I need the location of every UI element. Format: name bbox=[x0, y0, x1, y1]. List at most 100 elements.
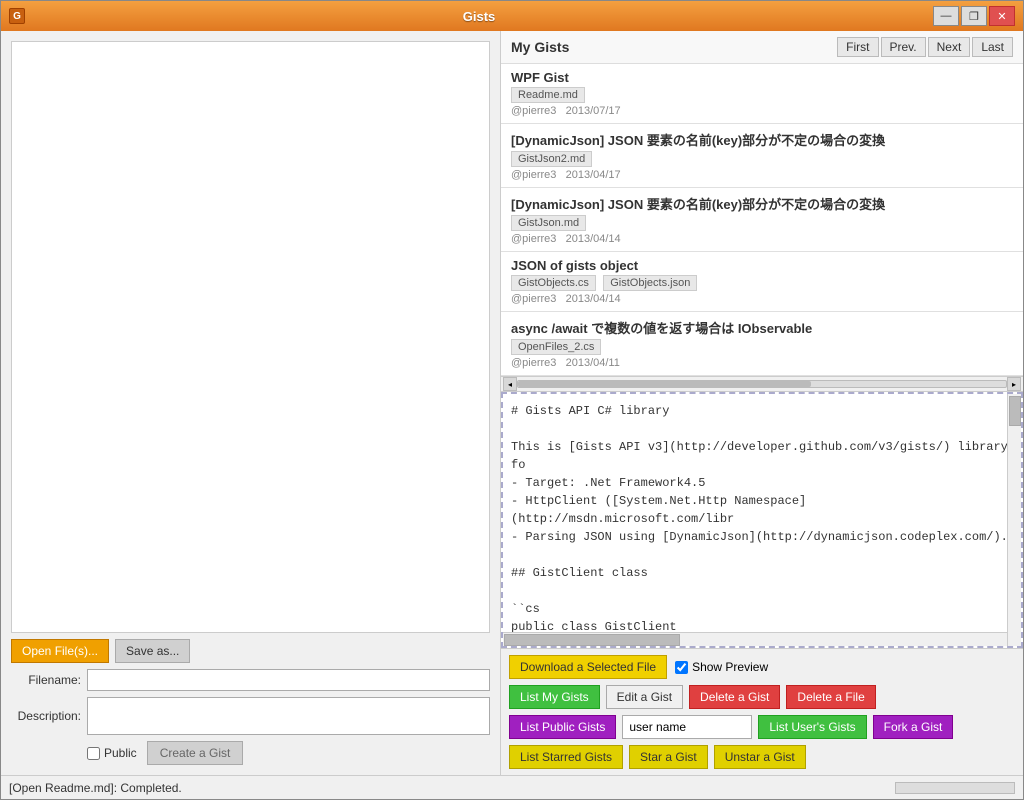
description-row: Description: bbox=[11, 697, 490, 735]
window-controls: — ❐ ✕ bbox=[933, 6, 1015, 26]
description-input[interactable] bbox=[87, 697, 490, 735]
next-button[interactable]: Next bbox=[928, 37, 971, 57]
code-vertical-scrollbar[interactable] bbox=[1007, 394, 1021, 646]
public-checkbox[interactable] bbox=[87, 747, 100, 760]
save-as-button[interactable]: Save as... bbox=[115, 639, 190, 663]
list-item[interactable]: JSON of gists object GistObjects.cs Gist… bbox=[501, 252, 1023, 312]
download-row: Download a Selected File Show Preview bbox=[509, 655, 1015, 679]
scroll-thumb[interactable] bbox=[518, 381, 811, 387]
list-starred-gists-button[interactable]: List Starred Gists bbox=[509, 745, 623, 769]
gist-date: 2013/04/14 bbox=[566, 233, 621, 245]
scroll-track[interactable] bbox=[517, 380, 1007, 388]
gist-actions-row1: List My Gists Edit a Gist Delete a Gist … bbox=[509, 685, 1015, 709]
left-panel: Open File(s)... Save as... Filename: Des… bbox=[1, 31, 501, 775]
first-button[interactable]: First bbox=[837, 37, 878, 57]
code-hscroll-track[interactable] bbox=[503, 633, 1007, 646]
gist-title: async /await で複数の値を返す場合は IObservable bbox=[511, 318, 1013, 337]
list-item[interactable]: async /await で複数の値を返す場合は IObservable Ope… bbox=[501, 312, 1023, 376]
gist-title: [DynamicJson] JSON 要素の名前(key)部分が不定の場合の変換 bbox=[511, 130, 1013, 149]
list-item[interactable]: [DynamicJson] JSON 要素の名前(key)部分が不定の場合の変換… bbox=[501, 124, 1023, 188]
code-horizontal-scrollbar[interactable] bbox=[503, 632, 1007, 646]
gist-file: GistObjects.json bbox=[603, 275, 697, 291]
scroll-right-arrow[interactable]: ▸ bbox=[1007, 377, 1021, 391]
create-gist-button[interactable]: Create a Gist bbox=[147, 741, 244, 765]
code-line: ``cs bbox=[511, 600, 1013, 618]
minimize-button[interactable]: — bbox=[933, 6, 959, 26]
fork-gist-button[interactable]: Fork a Gist bbox=[873, 715, 954, 739]
gist-action-row: Public Create a Gist bbox=[11, 741, 490, 765]
gist-user: @pierre3 bbox=[511, 357, 556, 369]
list-horizontal-scrollbar[interactable]: ◂ ▸ bbox=[501, 376, 1023, 392]
file-preview-area bbox=[11, 41, 490, 633]
restore-button[interactable]: ❐ bbox=[961, 6, 987, 26]
gist-file: OpenFiles_2.cs bbox=[511, 339, 601, 355]
code-content: # Gists API C# library This is [Gists AP… bbox=[503, 394, 1021, 646]
gist-title: WPF Gist bbox=[511, 70, 1013, 85]
filename-label: Filename: bbox=[11, 673, 81, 687]
main-content: Open File(s)... Save as... Filename: Des… bbox=[1, 31, 1023, 775]
gist-meta: @pierre3 2013/04/17 bbox=[511, 169, 1013, 181]
public-label: Public bbox=[104, 746, 137, 760]
list-users-gists-button[interactable]: List User's Gists bbox=[758, 715, 866, 739]
bottom-toolbar: Download a Selected File Show Preview Li… bbox=[501, 648, 1023, 775]
list-item[interactable]: [DynamicJson] JSON 要素の名前(key)部分が不定の場合の変換… bbox=[501, 188, 1023, 252]
delete-gist-button[interactable]: Delete a Gist bbox=[689, 685, 780, 709]
code-hscroll-thumb[interactable] bbox=[504, 634, 680, 646]
gist-title: [DynamicJson] JSON 要素の名前(key)部分が不定の場合の変換 bbox=[511, 194, 1013, 213]
edit-gist-button[interactable]: Edit a Gist bbox=[606, 685, 683, 709]
gist-file: GistJson.md bbox=[511, 215, 586, 231]
gist-list: WPF Gist Readme.md @pierre3 2013/07/17 [… bbox=[501, 64, 1023, 376]
status-message: [Open Readme.md]: Completed. bbox=[9, 781, 182, 795]
description-label: Description: bbox=[11, 709, 81, 723]
gist-list-title: My Gists bbox=[511, 39, 569, 55]
window-title: Gists bbox=[463, 9, 496, 24]
code-line: - Target: .Net Framework4.5 bbox=[511, 474, 1013, 492]
code-scroll-thumb[interactable] bbox=[1009, 396, 1021, 426]
show-preview-checkbox[interactable] bbox=[675, 661, 688, 674]
list-item[interactable]: WPF Gist Readme.md @pierre3 2013/07/17 bbox=[501, 64, 1023, 124]
code-line bbox=[511, 546, 1013, 564]
code-line bbox=[511, 420, 1013, 438]
left-toolbar: Open File(s)... Save as... bbox=[11, 639, 490, 663]
code-line: ## GistClient class bbox=[511, 564, 1013, 582]
gist-actions-row2: List Public Gists List User's Gists Fork… bbox=[509, 715, 1015, 739]
filename-row: Filename: bbox=[11, 669, 490, 691]
close-button[interactable]: ✕ bbox=[989, 6, 1015, 26]
gist-list-header: My Gists First Prev. Next Last bbox=[501, 31, 1023, 64]
public-checkbox-label: Public bbox=[87, 746, 137, 760]
code-preview-area: # Gists API C# library This is [Gists AP… bbox=[501, 392, 1023, 648]
unstar-gist-button[interactable]: Unstar a Gist bbox=[714, 745, 806, 769]
gist-meta: @pierre3 2013/04/11 bbox=[511, 357, 1013, 369]
gist-date: 2013/04/14 bbox=[566, 293, 621, 305]
code-line: This is [Gists API v3](http://developer.… bbox=[511, 438, 1013, 474]
status-scrollbar[interactable] bbox=[895, 782, 1015, 794]
gist-date: 2013/04/17 bbox=[566, 169, 621, 181]
prev-button[interactable]: Prev. bbox=[881, 37, 926, 57]
gist-user: @pierre3 bbox=[511, 233, 556, 245]
username-input[interactable] bbox=[622, 715, 752, 739]
show-preview-text: Show Preview bbox=[692, 660, 768, 674]
last-button[interactable]: Last bbox=[972, 37, 1013, 57]
gist-file: Readme.md bbox=[511, 87, 585, 103]
gist-meta: @pierre3 2013/04/14 bbox=[511, 233, 1013, 245]
gist-date: 2013/07/17 bbox=[566, 105, 621, 117]
code-line: - Parsing JSON using [DynamicJson](http:… bbox=[511, 528, 1013, 546]
nav-buttons: First Prev. Next Last bbox=[837, 37, 1013, 57]
gist-user: @pierre3 bbox=[511, 169, 556, 181]
scroll-left-arrow[interactable]: ◂ bbox=[503, 377, 517, 391]
gist-title: JSON of gists object bbox=[511, 258, 1013, 273]
code-line: - HttpClient ([System.Net.Http Namespace… bbox=[511, 492, 1013, 528]
main-window: G Gists — ❐ ✕ Open File(s)... Save as...… bbox=[0, 0, 1024, 800]
star-gist-button[interactable]: Star a Gist bbox=[629, 745, 708, 769]
gist-user: @pierre3 bbox=[511, 105, 556, 117]
open-files-button[interactable]: Open File(s)... bbox=[11, 639, 109, 663]
gist-user: @pierre3 bbox=[511, 293, 556, 305]
gist-meta: @pierre3 2013/04/14 bbox=[511, 293, 1013, 305]
gist-meta: @pierre3 2013/07/17 bbox=[511, 105, 1013, 117]
list-public-gists-button[interactable]: List Public Gists bbox=[509, 715, 616, 739]
list-my-gists-button[interactable]: List My Gists bbox=[509, 685, 600, 709]
download-selected-button[interactable]: Download a Selected File bbox=[509, 655, 667, 679]
delete-file-button[interactable]: Delete a File bbox=[786, 685, 875, 709]
filename-input[interactable] bbox=[87, 669, 490, 691]
gist-file: GistJson2.md bbox=[511, 151, 592, 167]
